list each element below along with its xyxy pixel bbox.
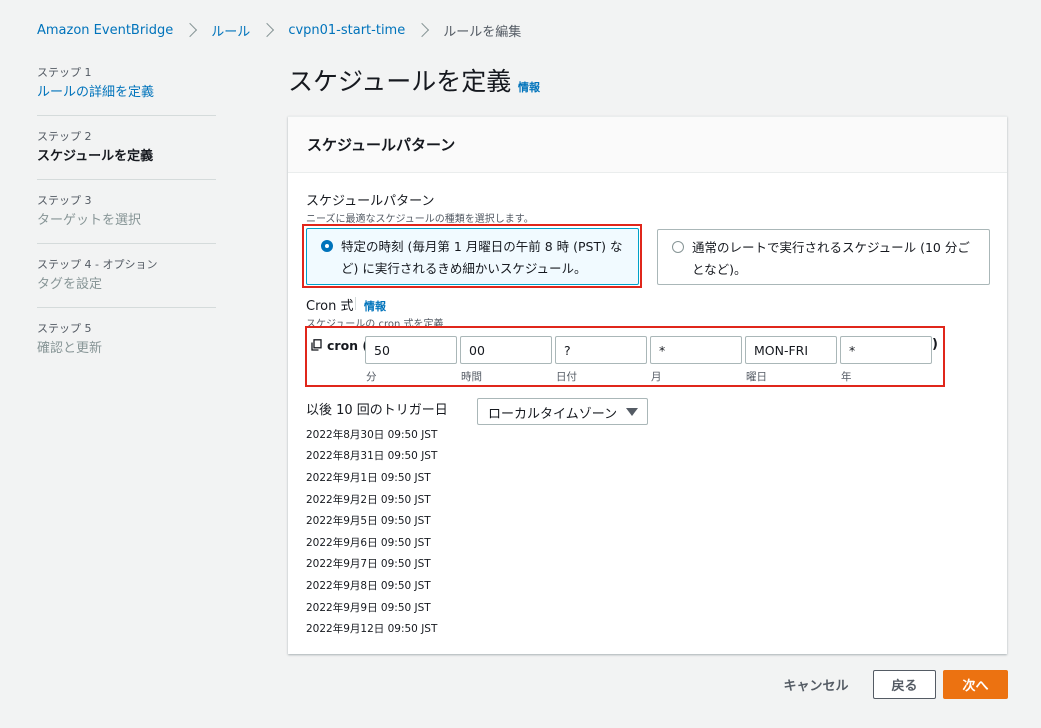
divider xyxy=(355,297,356,310)
nav-step-label: ステップ 4 - オプション xyxy=(37,258,158,271)
nav-step-1: ステップ 1 ルールの詳細を定義 xyxy=(37,66,216,116)
panel-header: スケジュールパターン xyxy=(288,117,1007,173)
trigger-date: 2022年9月8日 09:50 JST xyxy=(306,580,431,592)
trigger-date: 2022年9月2日 09:50 JST xyxy=(306,494,431,506)
radio-button[interactable] xyxy=(672,241,684,253)
nav-step-define-schedule: スケジュールを定義 xyxy=(37,149,154,164)
trigger-date: 2022年9月9日 09:50 JST xyxy=(306,602,431,614)
option-line: となど)。 xyxy=(692,262,747,277)
trigger-date: 2022年8月30日 09:50 JST xyxy=(306,429,438,441)
timezone-select[interactable]: ローカルタイムゾーン xyxy=(477,398,648,425)
option-rate-schedule[interactable]: 通常のレートで実行されるスケジュール (10 分ご となど)。 xyxy=(657,229,990,285)
nav-step-2: ステップ 2 スケジュールを定義 xyxy=(37,130,216,180)
chevron-right-icon xyxy=(183,22,198,38)
nav-step-3: ステップ 3 ターゲットを選択 xyxy=(37,194,216,244)
trigger-date: 2022年9月1日 09:50 JST xyxy=(306,472,431,484)
nav-step-review-update: 確認と更新 xyxy=(37,341,103,356)
nav-step-define-rule-detail[interactable]: ルールの詳細を定義 xyxy=(37,83,216,103)
page-title: スケジュールを定義 xyxy=(288,67,512,96)
cron-expression-label: Cron 式 xyxy=(306,299,354,314)
breadcrumb-current: ルールを編集 xyxy=(443,24,522,40)
next-button[interactable]: 次へ xyxy=(943,670,1008,699)
panel-title: スケジュールパターン xyxy=(307,136,456,154)
trigger-date: 2022年9月6日 09:50 JST xyxy=(306,537,431,549)
cron-info-link[interactable]: 情報 xyxy=(364,298,386,314)
breadcrumb-eventbridge[interactable]: Amazon EventBridge xyxy=(37,23,173,38)
trigger-date: 2022年8月31日 09:50 JST xyxy=(306,450,438,462)
nav-step-label: ステップ 5 xyxy=(37,322,92,335)
chevron-right-icon xyxy=(415,22,430,38)
trigger-date: 2022年9月12日 09:50 JST xyxy=(306,623,438,635)
chevron-right-icon xyxy=(260,22,275,38)
nav-step-5: ステップ 5 確認と更新 xyxy=(37,322,216,371)
option-rate-text: 通常のレートで実行されるスケジュール (10 分ご となど)。 xyxy=(692,237,981,281)
breadcrumb-rules[interactable]: ルール xyxy=(211,21,250,40)
wizard-steps-nav: ステップ 1 ルールの詳細を定義 ステップ 2 スケジュールを定義 ステップ 3… xyxy=(37,66,216,385)
nav-step-select-target: ターゲットを選択 xyxy=(37,213,142,228)
nav-step-set-tags: タグを設定 xyxy=(37,277,103,292)
cancel-button[interactable]: キャンセル xyxy=(772,670,860,699)
nav-step-label: ステップ 2 xyxy=(37,130,92,143)
trigger-date: 2022年9月7日 09:50 JST xyxy=(306,558,431,570)
highlight-box-option xyxy=(302,224,642,288)
nav-step-4: ステップ 4 - オプション タグを設定 xyxy=(37,258,216,308)
breadcrumb: Amazon EventBridge ルール cvpn01-start-time… xyxy=(37,20,521,40)
timezone-select-value: ローカルタイムゾーン xyxy=(488,407,618,422)
back-button[interactable]: 戻る xyxy=(873,670,936,699)
trigger-date: 2022年9月5日 09:50 JST xyxy=(306,515,431,527)
nav-step-label: ステップ 3 xyxy=(37,194,92,207)
caret-down-icon xyxy=(626,408,638,416)
next-triggers-label: 以後 10 回のトリガー日 xyxy=(306,403,448,418)
breadcrumb-rule-name[interactable]: cvpn01-start-time xyxy=(288,23,405,38)
nav-step-label: ステップ 1 xyxy=(37,66,92,79)
option-line: 通常のレートで実行されるスケジュール (10 分ご xyxy=(692,240,970,255)
schedule-pattern-description: ニーズに最適なスケジュールの種類を選択します。 xyxy=(306,214,534,225)
schedule-pattern-label: スケジュールパターン xyxy=(306,194,435,209)
highlight-box-cron xyxy=(305,326,945,387)
info-link[interactable]: 情報 xyxy=(518,79,540,95)
